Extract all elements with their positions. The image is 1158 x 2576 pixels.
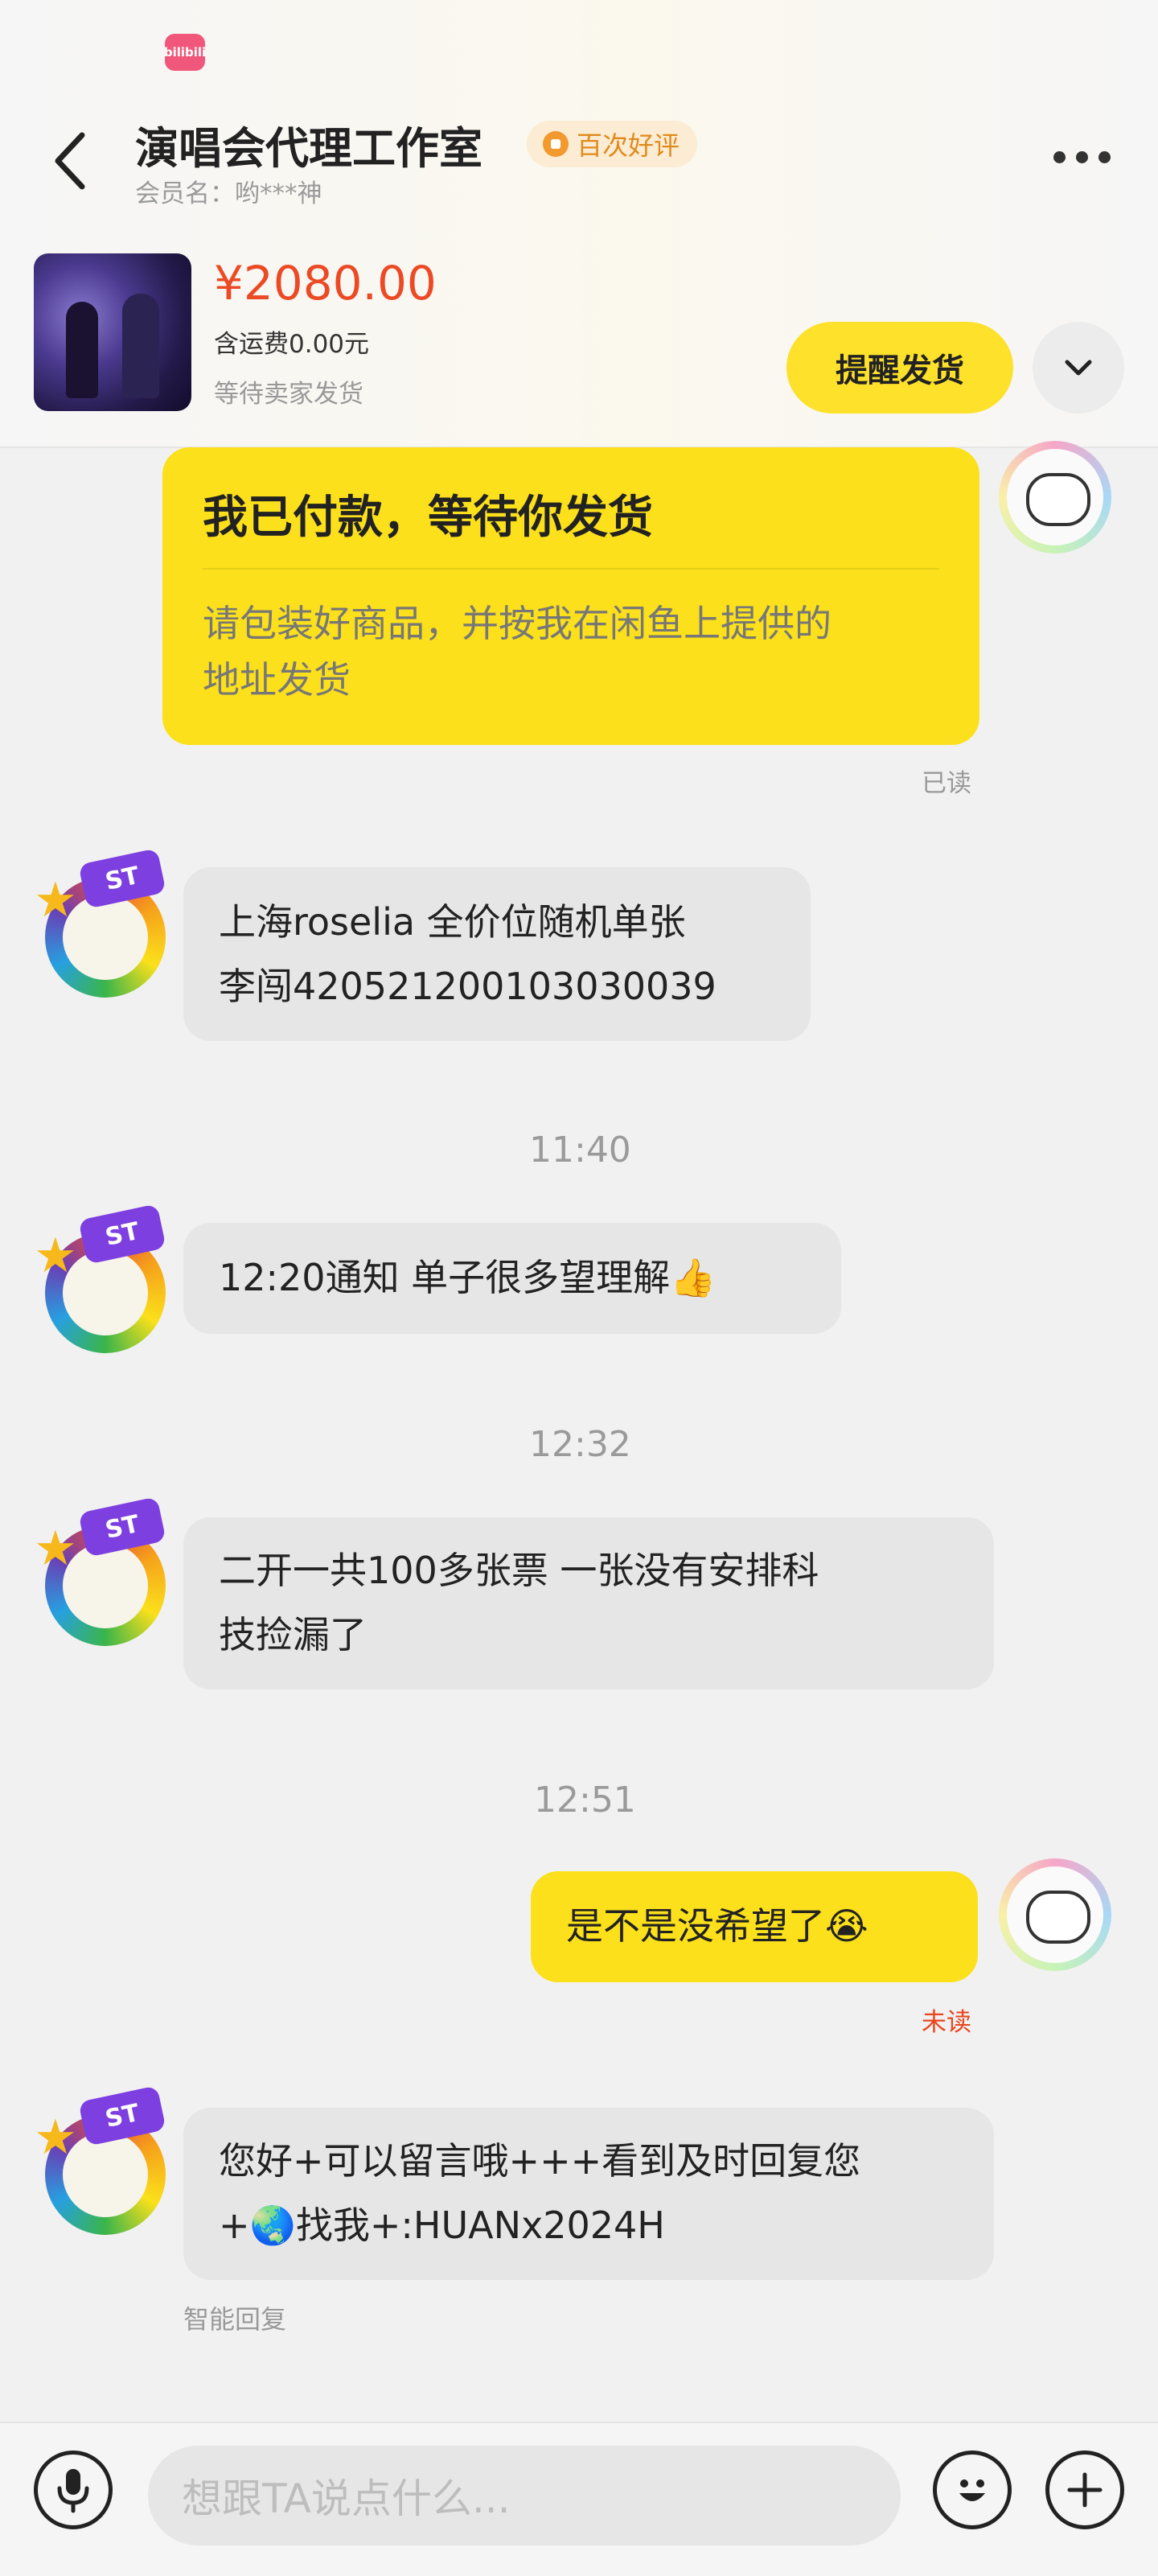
my-avatar[interactable] — [999, 1858, 1111, 1971]
message-text: 12:20通知 单子很多望理解👍 — [219, 1256, 717, 1299]
chevron-left-icon — [55, 132, 85, 190]
message-text-line2: 李闯420521200103030039 — [219, 965, 717, 1008]
chat-header: bilibili 演唱会代理工作室 百次好评 会员名：哟***神 ¥2080.0… — [0, 0, 1158, 448]
message-bubble: 您好+可以留言哦+++看到及时回复您 +🌏找我+:HUANx2024H — [183, 2108, 994, 2280]
timestamp: 12:51 — [534, 1780, 636, 1821]
read-status: 已读 — [922, 769, 971, 798]
message-text-line1: 二开一共100多张票 一张没有安排科 — [219, 1549, 819, 1592]
badge-icon — [543, 131, 569, 157]
message-text-line1: 上海roselia 全价位随机单张 — [219, 900, 686, 944]
crying-emoji: 😭 — [825, 1904, 868, 1948]
voice-button[interactable] — [34, 2450, 113, 2529]
microphone-icon — [57, 2469, 89, 2513]
message-bubble: 二开一共100多张票 一张没有安排科 技捡漏了 — [183, 1517, 994, 1689]
order-status: 等待卖家发货 — [214, 380, 363, 409]
remind-ship-button[interactable]: 提醒发货 — [786, 322, 1013, 414]
seller-avatar[interactable]: ★ ST — [34, 2085, 175, 2235]
bilibili-app-icon: bilibili — [164, 34, 206, 71]
thumbs-up-emoji: 👍 — [670, 1256, 717, 1299]
more-options-icon[interactable] — [1053, 151, 1111, 163]
badge-label: 百次好评 — [577, 130, 680, 161]
seller-avatar[interactable]: ★ ST — [34, 1496, 175, 1646]
plus-icon — [1067, 2472, 1103, 2508]
message-input[interactable]: 想跟TA说点什么... — [148, 2446, 901, 2545]
my-message-bubble: 是不是没希望了😭 — [531, 1871, 978, 1982]
message-bubble: 上海roselia 全价位随机单张 李闯420521200103030039 — [183, 867, 811, 1041]
seller-avatar[interactable]: ★ ST — [34, 1204, 175, 1353]
my-avatar[interactable] — [999, 441, 1111, 553]
message-bubble: 12:20通知 单子很多望理解👍 — [183, 1223, 841, 1334]
member-name: 会员名：哟***神 — [135, 179, 322, 208]
product-thumbnail[interactable] — [34, 253, 191, 411]
shop-title: 演唱会代理工作室 — [135, 123, 482, 174]
unread-status: 未读 — [922, 2008, 971, 2037]
seller-avatar[interactable]: ★ ST — [34, 848, 175, 998]
message-text-line2: +🌏找我+:HUANx2024H — [219, 2204, 665, 2247]
payment-message-card: 我已付款，等待你发货 请包装好商品，并按我在闲鱼上提供的 地址发货 — [162, 447, 979, 745]
shipping-fee: 含运费0.00元 — [214, 330, 370, 359]
payment-message-body-line1: 请包装好商品，并按我在闲鱼上提供的 — [203, 602, 832, 645]
divider — [203, 568, 939, 570]
smiley-icon — [959, 2479, 985, 2501]
rating-badge: 百次好评 — [527, 121, 698, 167]
back-button[interactable] — [47, 129, 95, 193]
order-price: ¥2080.00 — [214, 256, 437, 311]
globe-emoji: 🌏 — [249, 2204, 296, 2247]
message-text: 是不是没希望了😭 — [566, 1904, 868, 1948]
payment-message-title: 我已付款，等待你发货 — [203, 492, 653, 544]
auto-reply-tag: 智能回复 — [183, 2304, 287, 2335]
expand-order-button[interactable] — [1033, 322, 1124, 414]
chevron-down-icon — [1065, 360, 1092, 376]
timestamp: 11:40 — [529, 1130, 631, 1171]
more-actions-button[interactable] — [1045, 2450, 1124, 2529]
message-text-line2: 技捡漏了 — [219, 1613, 367, 1656]
message-text-line1: 您好+可以留言哦+++看到及时回复您 — [219, 2139, 861, 2183]
payment-message-body-line2: 地址发货 — [203, 658, 351, 702]
timestamp: 12:32 — [529, 1424, 631, 1465]
emoji-button[interactable] — [933, 2450, 1012, 2529]
